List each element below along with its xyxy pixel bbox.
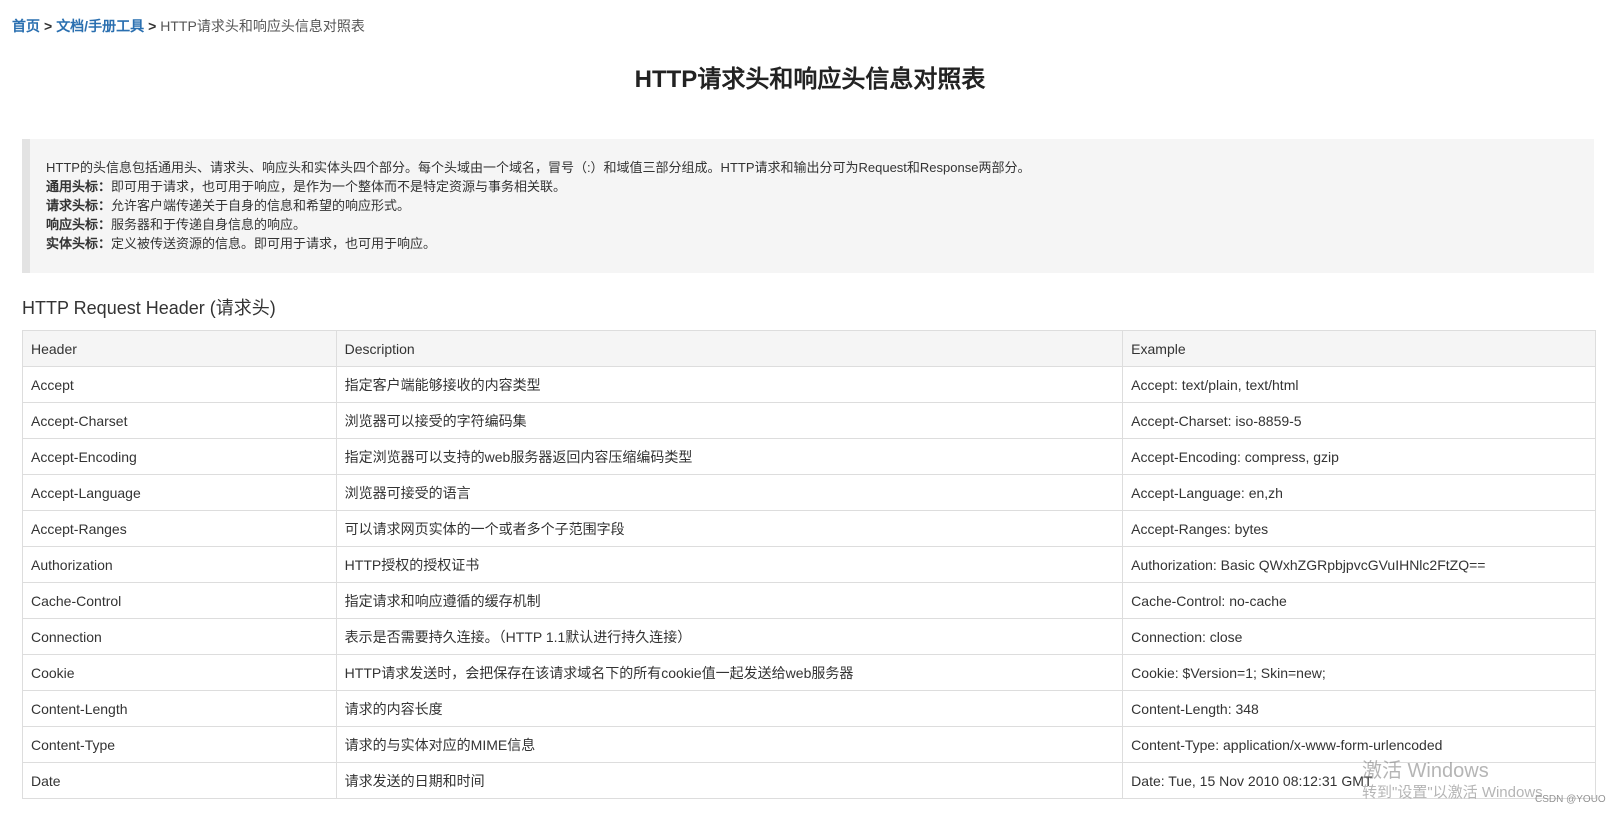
column-header-header: Header bbox=[22, 330, 337, 367]
breadcrumb-home-link[interactable]: 首页 bbox=[12, 18, 40, 34]
cell-header: Accept bbox=[22, 366, 337, 403]
table-row: Accept 指定客户端能够接收的内容类型 Accept: text/plain… bbox=[22, 366, 1596, 403]
intro-item: 响应头标：服务器和于传递自身信息的响应。 bbox=[46, 215, 1594, 234]
intro-item-term: 请求头标： bbox=[46, 198, 112, 213]
csdn-credit: CSDN @YOUO bbox=[1535, 794, 1606, 805]
cell-example: Accept-Language: en,zh bbox=[1122, 474, 1596, 511]
breadcrumb-separator: > bbox=[44, 18, 53, 34]
intro-item-term: 通用头标： bbox=[46, 179, 112, 194]
cell-description: 请求发送的日期和时间 bbox=[335, 762, 1124, 799]
watermark-subtitle: 转到"设置"以激活 Windows bbox=[1362, 784, 1543, 801]
intro-item-text: 允许客户端传递关于自身的信息和希望的响应形式。 bbox=[111, 198, 411, 213]
page-title: HTTP请求头和响应头信息对照表 bbox=[634, 66, 986, 93]
cell-example: Cookie: $Version=1; Skin=new; bbox=[1122, 654, 1596, 691]
table-row: Accept-Ranges 可以请求网页实体的一个或者多个子范围字段 Accep… bbox=[22, 510, 1596, 547]
table-row: Content-Type 请求的与实体对应的MIME信息 Content-Typ… bbox=[22, 726, 1596, 763]
breadcrumb-current: HTTP请求头和响应头信息对照表 bbox=[160, 18, 365, 34]
breadcrumb: 首页 > 文档/手册工具 > HTTP请求头和响应头信息对照表 bbox=[12, 17, 365, 35]
cell-description: 可以请求网页实体的一个或者多个子范围字段 bbox=[335, 510, 1124, 547]
cell-header: Content-Length bbox=[22, 690, 337, 727]
watermark-title: 激活 Windows bbox=[1362, 760, 1489, 782]
breadcrumb-separator: > bbox=[148, 18, 157, 34]
breadcrumb-category-link[interactable]: 文档/手册工具 bbox=[56, 18, 144, 34]
cell-header: Connection bbox=[22, 618, 337, 655]
cell-description: 请求的与实体对应的MIME信息 bbox=[335, 726, 1124, 763]
cell-header: Authorization bbox=[22, 546, 337, 583]
intro-item-text: 服务器和于传递自身信息的响应。 bbox=[111, 217, 307, 232]
intro-item-term: 实体头标： bbox=[46, 236, 112, 251]
cell-description: 请求的内容长度 bbox=[335, 690, 1124, 727]
cell-example: Content-Length: 348 bbox=[1122, 690, 1596, 727]
cell-example: Connection: close bbox=[1122, 618, 1596, 655]
table-row: Accept-Language 浏览器可接受的语言 Accept-Languag… bbox=[22, 474, 1596, 511]
table-row: Accept-Charset 浏览器可以接受的字符编码集 Accept-Char… bbox=[22, 402, 1596, 439]
cell-description: 指定客户端能够接收的内容类型 bbox=[335, 366, 1124, 403]
cell-example: Cache-Control: no-cache bbox=[1122, 582, 1596, 619]
column-header-description: Description bbox=[335, 330, 1124, 367]
intro-item-term: 响应头标： bbox=[46, 217, 112, 232]
column-header-example: Example bbox=[1122, 330, 1596, 367]
cell-header: Accept-Ranges bbox=[22, 510, 337, 547]
intro-blockquote: HTTP的头信息包括通用头、请求头、响应头和实体头四个部分。每个头域由一个域名，… bbox=[22, 139, 1594, 273]
intro-item: 请求头标：允许客户端传递关于自身的信息和希望的响应形式。 bbox=[46, 196, 1594, 215]
cell-example: Authorization: Basic QWxhZGRpbjpvcGVuIHN… bbox=[1122, 546, 1596, 583]
cell-header: Accept-Charset bbox=[22, 402, 337, 439]
cell-description: 浏览器可接受的语言 bbox=[335, 474, 1124, 511]
cell-header: Cookie bbox=[22, 654, 337, 691]
table-row: Cache-Control 指定请求和响应遵循的缓存机制 Cache-Contr… bbox=[22, 582, 1596, 619]
cell-description: 指定请求和响应遵循的缓存机制 bbox=[335, 582, 1124, 619]
request-section-title: HTTP Request Header (请求头) bbox=[22, 298, 276, 318]
table-header-row: Header Description Example bbox=[22, 330, 1596, 367]
table-row: Cookie HTTP请求发送时，会把保存在该请求域名下的所有cookie值一起… bbox=[22, 654, 1596, 691]
request-header-table: Header Description Example Accept 指定客户端能… bbox=[22, 330, 1596, 799]
cell-header: Date bbox=[22, 762, 337, 799]
table-row: Content-Length 请求的内容长度 Content-Length: 3… bbox=[22, 690, 1596, 727]
table-row: Connection 表示是否需要持久连接。（HTTP 1.1默认进行持久连接）… bbox=[22, 618, 1596, 655]
table-row: Date 请求发送的日期和时间 Date: Tue, 15 Nov 2010 0… bbox=[22, 762, 1596, 799]
intro-item-text: 定义被传送资源的信息。即可用于请求，也可用于响应。 bbox=[111, 236, 437, 251]
cell-example: Content-Type: application/x-www-form-url… bbox=[1122, 726, 1596, 763]
cell-header: Accept-Encoding bbox=[22, 438, 337, 475]
cell-header: Accept-Language bbox=[22, 474, 337, 511]
cell-example: Accept-Charset: iso-8859-5 bbox=[1122, 402, 1596, 439]
cell-description: HTTP请求发送时，会把保存在该请求域名下的所有cookie值一起发送给web服… bbox=[335, 654, 1124, 691]
intro-item-text: 即可用于请求，也可用于响应，是作为一个整体而不是特定资源与事务相关联。 bbox=[111, 179, 567, 194]
cell-example: Accept-Ranges: bytes bbox=[1122, 510, 1596, 547]
cell-example: Accept: text/plain, text/html bbox=[1122, 366, 1596, 403]
cell-description: 指定浏览器可以支持的web服务器返回内容压缩编码类型 bbox=[335, 438, 1124, 475]
cell-example: Accept-Encoding: compress, gzip bbox=[1122, 438, 1596, 475]
intro-item: 实体头标：定义被传送资源的信息。即可用于请求，也可用于响应。 bbox=[46, 234, 1594, 253]
cell-header: Content-Type bbox=[22, 726, 337, 763]
table-row: Authorization HTTP授权的授权证书 Authorization:… bbox=[22, 546, 1596, 583]
cell-description: 浏览器可以接受的字符编码集 bbox=[335, 402, 1124, 439]
cell-header: Cache-Control bbox=[22, 582, 337, 619]
intro-item: 通用头标：即可用于请求，也可用于响应，是作为一个整体而不是特定资源与事务相关联。 bbox=[46, 177, 1594, 196]
cell-description: 表示是否需要持久连接。（HTTP 1.1默认进行持久连接） bbox=[335, 618, 1124, 655]
cell-description: HTTP授权的授权证书 bbox=[335, 546, 1124, 583]
windows-activation-watermark: 激活 Windows 转到"设置"以激活 Windows bbox=[1362, 760, 1543, 804]
table-row: Accept-Encoding 指定浏览器可以支持的web服务器返回内容压缩编码… bbox=[22, 438, 1596, 475]
intro-summary: HTTP的头信息包括通用头、请求头、响应头和实体头四个部分。每个头域由一个域名，… bbox=[46, 160, 1031, 175]
